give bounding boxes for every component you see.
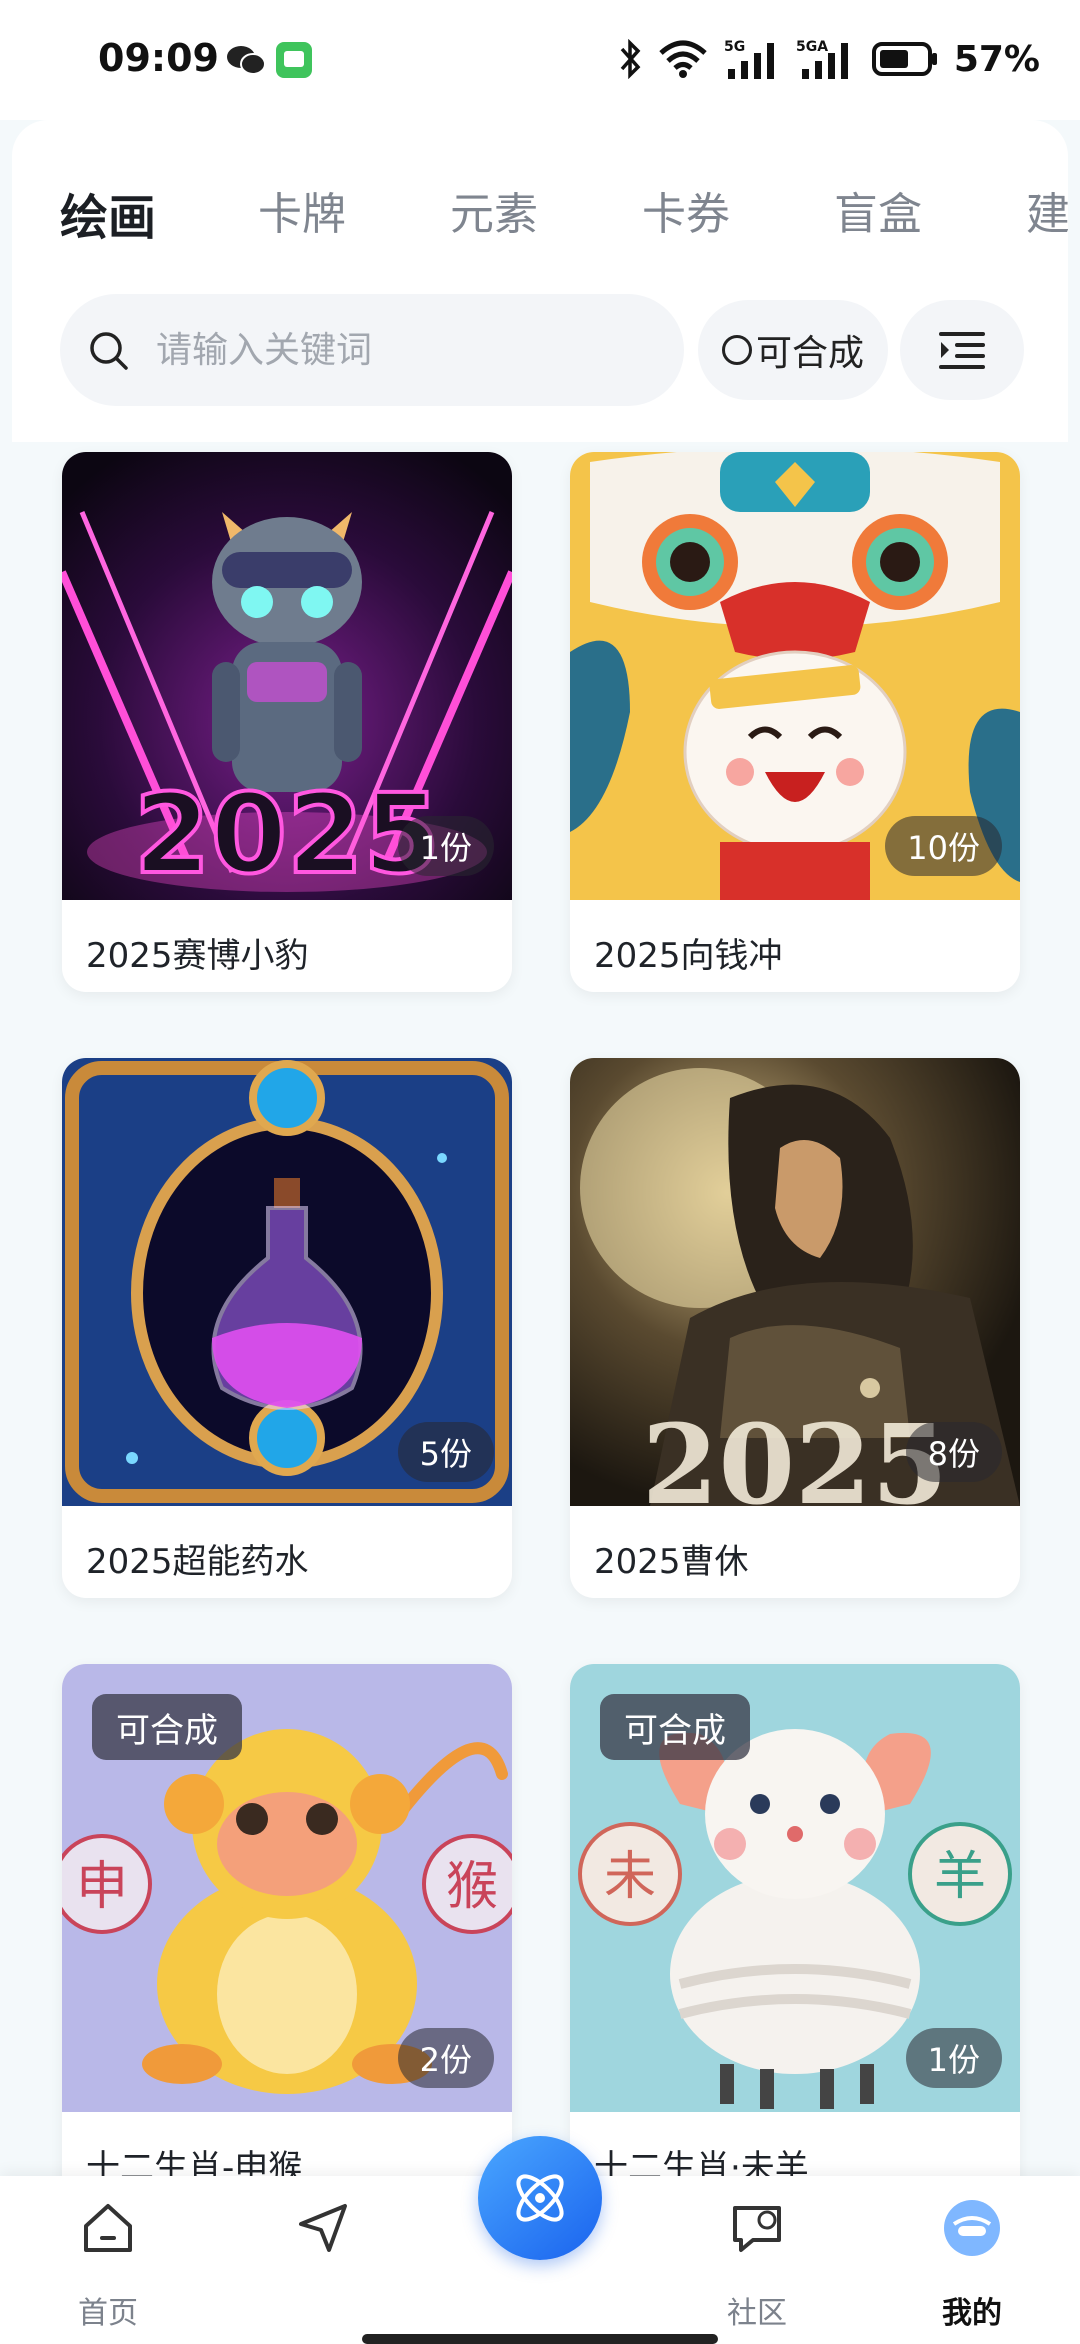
count-badge: 1份 [905,2028,1002,2088]
battery-percent: 57% [953,38,1040,80]
nav-profile-label: 我的 [942,2296,1002,2331]
bottom-nav: 首页 社区 我的 [0,2136,1080,2344]
status-time: 09:09 [98,36,219,80]
year-overlay: 2025 [134,770,440,898]
item-image-lion-dance-cat: 10份 [570,452,1020,900]
community-icon [733,2206,781,2252]
search-input[interactable] [156,322,656,378]
tab-build[interactable]: 建 [1026,178,1068,242]
status-bar: 09:09 5G 5GA 57% [0,0,1080,120]
svg-text:5GA: 5GA [796,39,828,55]
item-image-monkey: 申 猴 可合成 2份 [62,1664,512,2112]
search-box[interactable] [60,294,684,406]
synthesizable-radio[interactable] [721,335,752,365]
center-action-button[interactable] [478,2136,602,2260]
tab-elements[interactable]: 元素 [450,178,538,242]
item-title: 2025向钱冲 [594,936,783,976]
category-tabs: 绘画 卡牌 元素 卡券 盲盒 建 [12,160,1068,280]
nav-home[interactable]: 首页 [33,2176,183,2344]
synthesizable-filter[interactable]: 可合成 [698,300,888,400]
tab-painting[interactable]: 绘画 [60,178,156,248]
home-indicator [362,2334,718,2344]
item-image-cao-xiu: 2025 8份 [570,1058,1020,1506]
wifi-icon [659,40,707,78]
item-card[interactable]: 未 羊 可合成 1份 十二生肖·未羊 [570,1664,1020,2204]
tab-blind-box[interactable]: 盲盒 [834,178,922,242]
item-card[interactable]: 2025 1份 2025赛博小豹 [62,452,512,992]
item-card[interactable]: 2025 8份 2025曹休 [570,1058,1020,1598]
nav-send[interactable] [248,2176,398,2344]
tab-cards[interactable]: 卡牌 [258,178,346,242]
count-badge: 5份 [397,1422,494,1482]
wechat-icon [227,46,266,75]
home-icon [84,2204,132,2252]
count-badge: 2份 [397,2028,494,2088]
svg-text:5G: 5G [724,39,745,55]
item-title: 2025曹休 [594,1542,749,1582]
search-icon [90,332,128,370]
item-image-potion: 5份 [62,1058,512,1506]
synthesizable-tag: 可合成 [600,1694,750,1760]
status-indicators: 5G 5GA 57% [618,34,1040,84]
avatar-icon [944,2200,1000,2256]
send-icon [299,2204,347,2252]
zodiac-char-left: 未 [604,1847,656,1907]
zodiac-char-left: 申 [76,1857,128,1917]
item-card[interactable]: 申 猴 可合成 2份 十二生肖-申猴 [62,1664,512,2204]
item-card[interactable]: 10份 2025向钱冲 [570,452,1020,992]
item-image-cyber-cat: 2025 1份 [62,452,512,900]
nav-home-label: 首页 [78,2296,138,2331]
indent-list-icon [939,332,985,369]
sort-menu-button[interactable] [900,300,1024,400]
synthesizable-tag: 可合成 [92,1694,242,1760]
count-badge: 10份 [885,816,1002,876]
item-card[interactable]: 5份 2025超能药水 [62,1058,512,1598]
count-badge: 1份 [397,816,494,876]
item-image-goat: 未 羊 可合成 1份 [570,1664,1020,2112]
signal-5g-icon: 5G [724,39,774,79]
header-card: 绘画 卡牌 元素 卡券 盲盒 建 可合成 [12,120,1068,442]
item-title: 2025超能药水 [86,1542,309,1582]
tab-coupons[interactable]: 卡券 [642,178,730,242]
battery-icon [871,42,937,76]
bluetooth-icon [620,39,641,79]
nav-community[interactable]: 社区 [682,2176,832,2344]
signal-5ga-icon: 5GA [796,39,848,79]
atom-icon [516,2174,564,2222]
zodiac-char-right: 猴 [446,1857,498,1917]
nav-profile[interactable]: 我的 [897,2176,1047,2344]
zodiac-char-right: 羊 [934,1847,986,1907]
item-title: 2025赛博小豹 [86,936,309,976]
message-app-icon [276,42,312,78]
nav-community-label: 社区 [727,2296,787,2331]
count-badge: 8份 [905,1422,1002,1482]
synthesizable-label: 可合成 [755,333,864,374]
year-overlay: 2025 [642,1400,948,1506]
